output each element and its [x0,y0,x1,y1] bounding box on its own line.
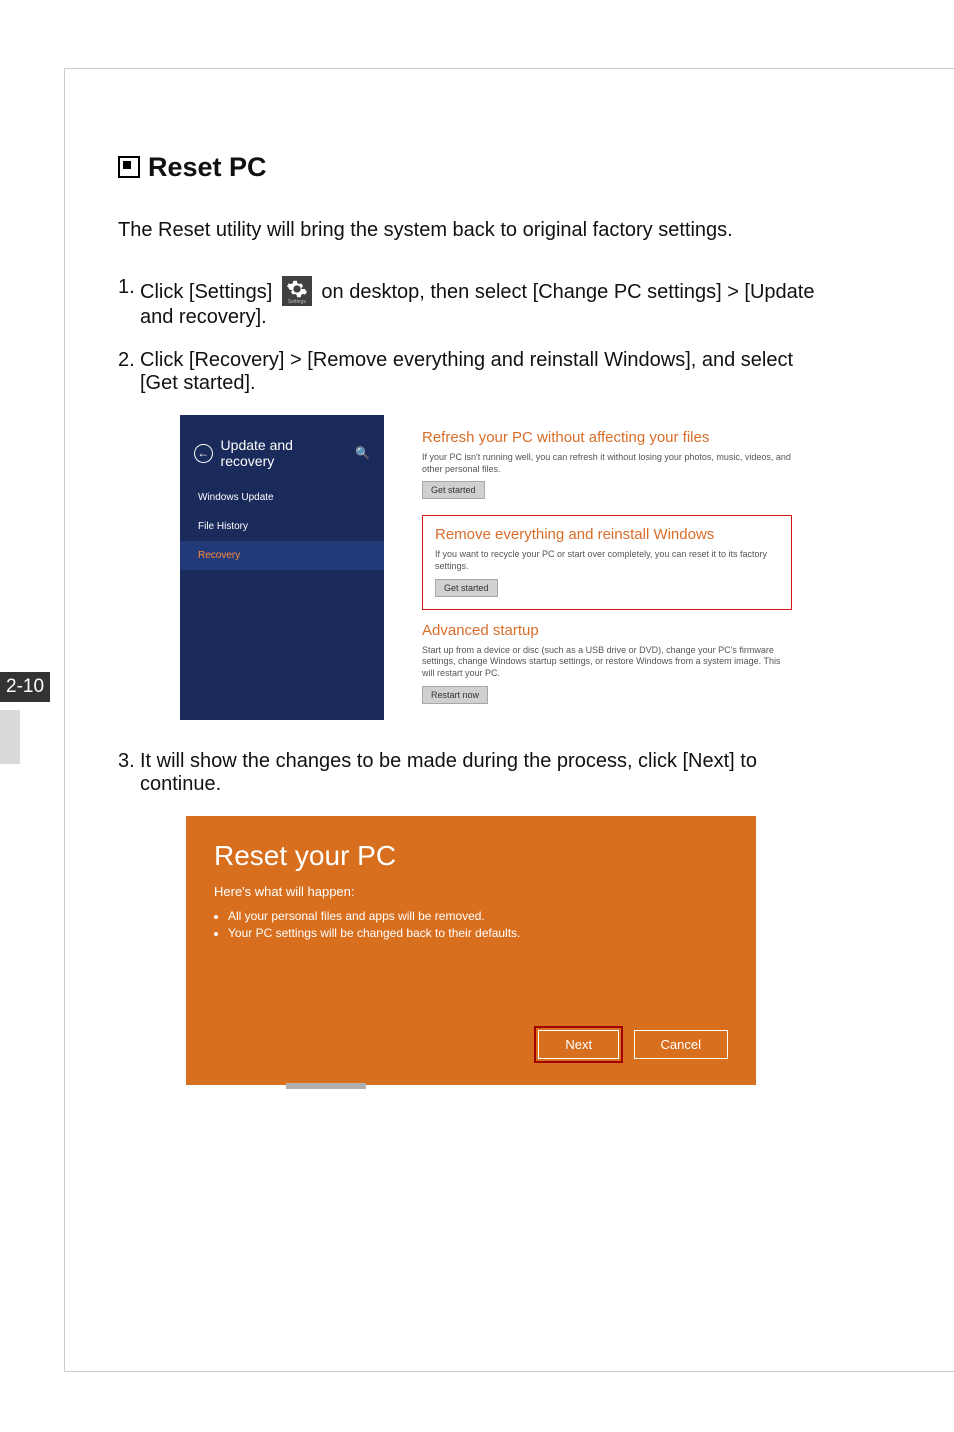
advanced-title: Advanced startup [422,622,792,639]
sidebar-title: Update and recovery [221,437,348,469]
side-tab [0,710,20,764]
settings-tile-label: Settings [282,299,312,305]
step-1: 1. Click [Settings] Settings on desktop,… [118,276,832,329]
title-text: Reset PC [148,152,267,182]
intro-text: The Reset utility will bring the system … [118,219,832,242]
refresh-desc: If your PC isn't running well, you can r… [422,452,792,475]
settings-sidebar: ← Update and recovery 🔍 Windows Update F… [180,415,384,720]
step-3-number: 3. [118,750,140,796]
page-number: 2-10 [0,672,50,702]
sidebar-item-recovery[interactable]: Recovery [180,541,384,570]
sidebar-item-windows-update[interactable]: Windows Update [180,483,384,512]
reset-bullet-1: All your personal files and apps will be… [228,909,728,923]
refresh-get-started-button[interactable]: Get started [422,481,485,499]
step-2: 2. Click [Recovery] > [Remove everything… [118,349,832,395]
remove-title: Remove everything and reinstall Windows [435,526,779,543]
refresh-section: Refresh your PC without affecting your f… [422,429,792,499]
remove-section-highlight: Remove everything and reinstall Windows … [422,515,792,609]
section-icon [118,156,140,178]
screenshot-update-recovery: ← Update and recovery 🔍 Windows Update F… [180,415,832,720]
screenshot-reset-dialog: Reset your PC Here's what will happen: A… [186,816,756,1085]
remove-get-started-button[interactable]: Get started [435,579,498,597]
search-icon[interactable]: 🔍 [355,446,370,460]
step-1-number: 1. [118,276,140,329]
page-title: Reset PC [118,152,832,183]
step-2-text: Click [Recovery] > [Remove everything an… [140,349,832,395]
step-3-text: It will show the changes to be made duri… [140,750,832,796]
remove-desc: If you want to recycle your PC or start … [435,549,779,572]
settings-main-panel: Refresh your PC without affecting your f… [422,415,792,720]
advanced-section: Advanced startup Start up from a device … [422,622,792,704]
gear-icon [286,278,308,300]
reset-dialog-subtitle: Here's what will happen: [214,884,728,899]
advanced-desc: Start up from a device or disc (such as … [422,645,792,680]
step-2-number: 2. [118,349,140,395]
reset-bullet-2: Your PC settings will be changed back to… [228,926,728,940]
next-button[interactable]: Next [538,1030,619,1059]
sidebar-item-file-history[interactable]: File History [180,512,384,541]
step-1-text-a: Click [Settings] [140,281,272,303]
refresh-title: Refresh your PC without affecting your f… [422,429,792,446]
settings-tile: Settings [282,276,312,306]
reset-dialog-title: Reset your PC [214,840,728,872]
restart-now-button[interactable]: Restart now [422,686,488,704]
cancel-button[interactable]: Cancel [634,1030,728,1059]
reset-dialog-list: All your personal files and apps will be… [214,909,728,940]
step-3: 3. It will show the changes to be made d… [118,750,832,796]
back-icon[interactable]: ← [194,444,213,463]
dialog-shadow [286,1083,366,1089]
